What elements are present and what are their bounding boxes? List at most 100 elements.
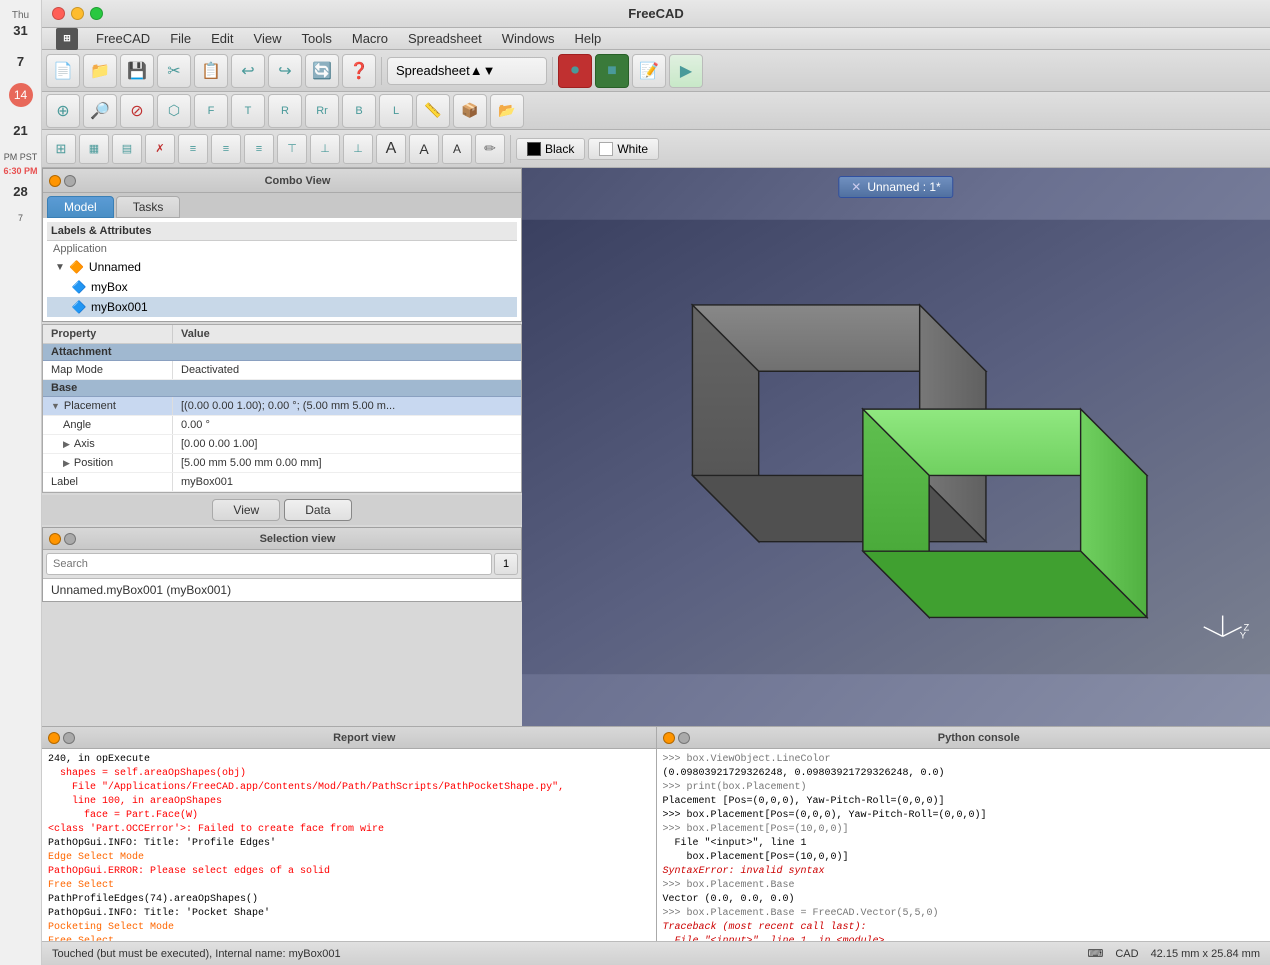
python-minimize-btn[interactable] (678, 732, 690, 744)
report-content[interactable]: 240, in opExecute shapes = self.areaOpSh… (42, 749, 656, 941)
ss-align-bot[interactable]: ⊥ (343, 134, 373, 164)
report-minimize-btn[interactable] (63, 732, 75, 744)
viewport-tab[interactable]: ✕ Unnamed : 1* (838, 176, 953, 198)
tab-view[interactable]: View (212, 499, 280, 521)
ss-table2[interactable]: ▦ (79, 134, 109, 164)
ss-align-center[interactable]: ≡ (211, 134, 241, 164)
ss-table[interactable]: ⊞ (46, 134, 76, 164)
view-top[interactable]: T (231, 94, 265, 128)
mapmode-property: Map Mode (43, 361, 173, 379)
combo-close-btn[interactable] (49, 175, 61, 187)
ss-del[interactable]: ✗ (145, 134, 175, 164)
view-fit-all[interactable]: ⊕ (46, 94, 80, 128)
viewport[interactable]: ✕ Unnamed : 1* (522, 168, 1270, 726)
view-rear[interactable]: Rr (305, 94, 339, 128)
minimize-button[interactable] (71, 7, 84, 20)
toolbar-help[interactable]: ❓ (342, 54, 376, 88)
menu-view[interactable]: View (246, 29, 290, 48)
cal-time-pm: PM PST (4, 152, 38, 162)
menu-macro[interactable]: Macro (344, 29, 396, 48)
sel-close-btn[interactable] (49, 533, 61, 545)
viewport-close-icon[interactable]: ✕ (851, 180, 861, 194)
py-line-11: >>> box.Placement.Base = FreeCAD.Vector(… (663, 907, 1265, 921)
view-left[interactable]: L (379, 94, 413, 128)
ss-align-left[interactable]: ≡ (178, 134, 208, 164)
menu-file[interactable]: File (162, 29, 199, 48)
ss-style[interactable]: ✏ (475, 134, 505, 164)
menu-windows[interactable]: Windows (494, 29, 563, 48)
combo-header: Combo View (43, 169, 521, 193)
menu-spreadsheet[interactable]: Spreadsheet (400, 29, 490, 48)
ss-font-med[interactable]: A (409, 134, 439, 164)
toolbar-redo[interactable]: ↪ (268, 54, 302, 88)
color-black-button[interactable]: Black (516, 138, 585, 160)
selection-view-title: Selection view (80, 533, 515, 545)
props-row-mapmode[interactable]: Map Mode Deactivated (43, 361, 521, 380)
toolbar-save[interactable]: 💾 (120, 54, 154, 88)
view-part-icon[interactable]: 📦 (453, 94, 487, 128)
toolbar-record[interactable]: ⏺ (558, 54, 592, 88)
toolbar-new[interactable]: 📄 (46, 54, 80, 88)
viewport-tab-label: Unnamed : 1* (867, 180, 940, 194)
menu-freecad[interactable]: FreeCAD (88, 29, 158, 48)
combo-minimize-btn[interactable] (64, 175, 76, 187)
python-close-btn[interactable] (663, 732, 675, 744)
ss-align-mid[interactable]: ⊥ (310, 134, 340, 164)
menu-edit[interactable]: Edit (203, 29, 241, 48)
tree-item-mybox001[interactable]: 🔷 myBox001 (47, 297, 517, 317)
mybox001-icon: 🔷 (71, 299, 87, 315)
menu-tools[interactable]: Tools (294, 29, 340, 48)
tab-tasks[interactable]: Tasks (116, 196, 181, 218)
close-button[interactable] (52, 7, 65, 20)
color-white-button[interactable]: White (588, 138, 659, 160)
ss-font-small[interactable]: A (442, 134, 472, 164)
tab-model[interactable]: Model (47, 196, 114, 218)
props-row-position[interactable]: ▶ Position [5.00 mm 5.00 mm 0.00 mm] (43, 454, 521, 473)
ss-font-large[interactable]: A (376, 134, 406, 164)
freecad-logo: ⊞ (50, 28, 84, 50)
view-perspective[interactable]: ⬡ (157, 94, 191, 128)
view-toolbar: ⊕ 🔎 ⊘ ⬡ F T R Rr B L 📏 📦 📂 (42, 92, 1270, 130)
python-content[interactable]: >>> box.ViewObject.LineColor (0.09803921… (657, 749, 1270, 941)
report-close-btn[interactable] (48, 732, 60, 744)
tree-item-unnamed[interactable]: ▼ 🔶 Unnamed (47, 257, 517, 277)
toolbar-sep-1 (381, 57, 382, 85)
menu-bar: ⊞ FreeCAD File Edit View Tools Macro Spr… (42, 28, 1270, 50)
axis-property: ▶ Axis (43, 435, 173, 453)
ss-prop[interactable]: ▤ (112, 134, 142, 164)
py-line-1: (0.09803921729326248, 0.0980392172932624… (663, 767, 1265, 781)
props-row-label[interactable]: Label myBox001 (43, 473, 521, 492)
menu-help[interactable]: Help (566, 29, 609, 48)
props-row-axis[interactable]: ▶ Axis [0.00 0.00 1.00] (43, 435, 521, 454)
props-row-angle[interactable]: Angle 0.00 ° (43, 416, 521, 435)
sel-minimize-btn[interactable] (64, 533, 76, 545)
toolbar-refresh[interactable]: 🔄 (305, 54, 339, 88)
tab-data[interactable]: Data (284, 499, 351, 521)
toolbar-cut[interactable]: ✂ (157, 54, 191, 88)
ss-align-right[interactable]: ≡ (244, 134, 274, 164)
view-front[interactable]: F (194, 94, 228, 128)
toolbar-undo[interactable]: ↩ (231, 54, 265, 88)
toolbar-stop[interactable]: ■ (595, 54, 629, 88)
toolbar-paste[interactable]: 📋 (194, 54, 228, 88)
toolbar-run[interactable]: ▶ (669, 54, 703, 88)
toolbar-macro-edit[interactable]: 📝 (632, 54, 666, 88)
report-line-12: Pocketing Select Mode (48, 921, 650, 935)
view-fit-sel[interactable]: 🔎 (83, 94, 117, 128)
ss-align-top[interactable]: ⊤ (277, 134, 307, 164)
maximize-button[interactable] (90, 7, 103, 20)
report-close-buttons (48, 732, 75, 744)
view-measure[interactable]: 📏 (416, 94, 450, 128)
view-bottom[interactable]: B (342, 94, 376, 128)
toolbar-open[interactable]: 📁 (83, 54, 117, 88)
report-line-9: Free Select (48, 879, 650, 893)
tree-item-mybox[interactable]: 🔷 myBox (47, 277, 517, 297)
view-draw-style[interactable]: ⊘ (120, 94, 154, 128)
props-row-placement[interactable]: ▼ Placement [(0.00 0.00 1.00); 0.00 °; (… (43, 397, 521, 416)
view-right[interactable]: R (268, 94, 302, 128)
python-console-title: Python console (694, 732, 1265, 744)
selection-search-btn[interactable]: 1 (494, 553, 518, 575)
view-folder[interactable]: 📂 (490, 94, 524, 128)
selection-search-input[interactable] (46, 553, 492, 575)
toolbar-workbench-dropdown[interactable]: Spreadsheet ▲▼ (387, 57, 547, 85)
